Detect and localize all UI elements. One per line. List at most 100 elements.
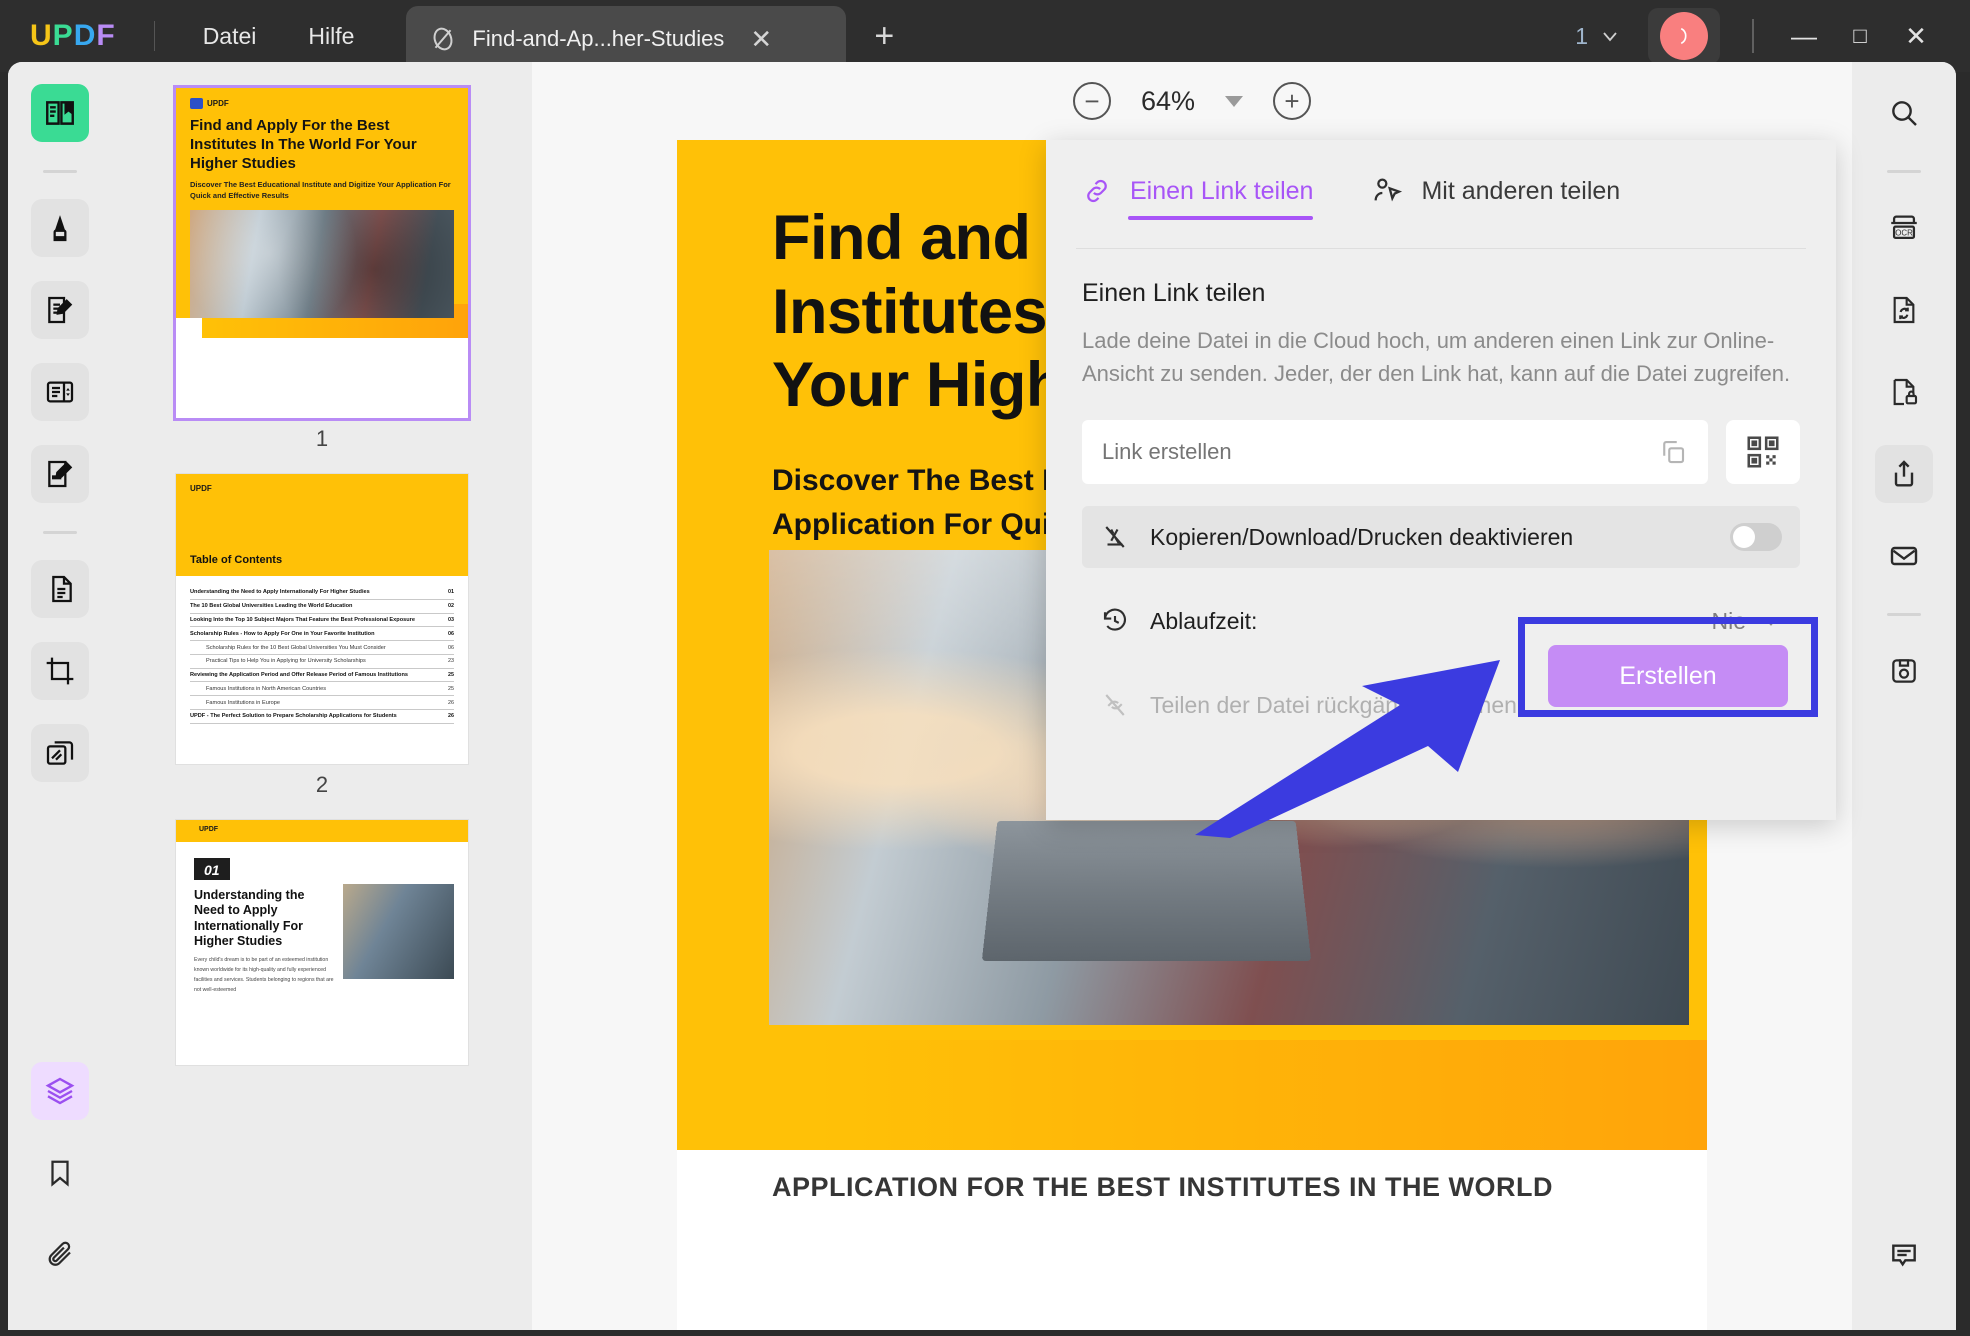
page-footer-area: APPLICATION FOR THE BEST INSTITUTES IN T… bbox=[677, 1150, 1707, 1330]
chevron-down-icon[interactable] bbox=[1598, 24, 1622, 48]
toc-row-page: 23 bbox=[448, 658, 454, 665]
close-icon[interactable]: ✕ bbox=[750, 26, 772, 52]
toc-row-text: Scholarship Rules for the 10 Best Global… bbox=[206, 644, 386, 651]
chat-bubble-icon bbox=[1888, 1239, 1920, 1271]
thumb1-title: Find and Apply For the Best Institutes I… bbox=[190, 117, 417, 172]
thumbnail-page-1[interactable]: UPDF Find and Apply For the Best Institu… bbox=[173, 85, 471, 421]
thumbnail-pane[interactable]: UPDF Find and Apply For the Best Institu… bbox=[112, 62, 532, 1330]
zoom-out-button[interactable]: − bbox=[1072, 82, 1111, 120]
logo-letter-1: P bbox=[52, 19, 74, 52]
app-logo: UPDF bbox=[30, 19, 116, 53]
toc-row: Understanding the Need to Apply Internat… bbox=[190, 586, 454, 600]
maximize-button[interactable]: □ bbox=[1832, 23, 1888, 49]
toc-row-text: Understanding the Need to Apply Internat… bbox=[190, 589, 370, 596]
sidebar-item-edit-pdf[interactable] bbox=[31, 281, 89, 339]
link-row bbox=[1082, 420, 1800, 484]
qr-code-button[interactable] bbox=[1726, 420, 1800, 484]
rail-divider bbox=[43, 170, 77, 173]
left-rail-bottom bbox=[31, 1062, 89, 1330]
right-rail-divider bbox=[1887, 170, 1921, 173]
create-link-button[interactable]: Erstellen bbox=[1548, 645, 1788, 707]
toc-row: Famous Institutions in North American Co… bbox=[190, 682, 454, 697]
link-input[interactable] bbox=[1102, 439, 1658, 465]
zoom-dropdown-caret-icon[interactable] bbox=[1225, 95, 1244, 107]
zoom-toolbar: − 64% + bbox=[532, 62, 1852, 140]
pages-icon bbox=[44, 573, 76, 605]
sidebar-item-form[interactable] bbox=[31, 363, 89, 421]
right-item-convert[interactable] bbox=[1875, 281, 1933, 339]
toc-row: Looking Into the Top 10 Subject Majors T… bbox=[190, 614, 454, 628]
right-item-save[interactable] bbox=[1875, 642, 1933, 700]
convert-icon bbox=[1888, 294, 1920, 326]
titlebar-right-group: 1 — □ ✕ bbox=[1575, 8, 1970, 64]
thumbnail-item-2[interactable]: UPDF Table of Contents Understanding the… bbox=[176, 474, 468, 798]
tab-share-with-others[interactable]: Mit anderen teilen bbox=[1371, 175, 1620, 213]
form-fields-icon bbox=[44, 376, 76, 408]
share-upload-icon bbox=[1888, 458, 1920, 490]
sidebar-item-highlight[interactable] bbox=[31, 199, 89, 257]
sidebar-item-organize[interactable] bbox=[31, 560, 89, 618]
toc-row-text: The 10 Best Global Universities Leading … bbox=[190, 603, 353, 610]
window-controls-divider bbox=[1752, 19, 1754, 53]
toc-row-page: 26 bbox=[448, 713, 454, 720]
sidebar-item-sign[interactable] bbox=[31, 445, 89, 503]
zoom-in-button[interactable]: + bbox=[1273, 82, 1312, 120]
new-tab-button[interactable]: + bbox=[874, 19, 894, 53]
account-button[interactable] bbox=[1648, 8, 1720, 64]
thumbnail-page-2[interactable]: UPDF Table of Contents Understanding the… bbox=[176, 474, 468, 764]
sidebar-item-attachments[interactable] bbox=[31, 1226, 89, 1284]
sidebar-item-crop[interactable] bbox=[31, 642, 89, 700]
option-disable-copy-control[interactable] bbox=[1730, 523, 1782, 551]
copy-icon[interactable] bbox=[1658, 437, 1688, 467]
thumb1-subtitle: Discover The Best Educational Institute … bbox=[190, 180, 451, 201]
menu-datei[interactable]: Datei bbox=[177, 17, 283, 56]
lock-document-icon bbox=[1888, 376, 1920, 408]
left-toolbar bbox=[8, 62, 112, 1330]
sidebar-item-bookmarks[interactable] bbox=[31, 1144, 89, 1202]
right-toolbar: OCR bbox=[1852, 62, 1956, 1330]
history-clock-icon bbox=[1100, 606, 1130, 636]
link-input-container[interactable] bbox=[1082, 420, 1708, 484]
sidebar-item-batch[interactable] bbox=[31, 724, 89, 782]
signature-icon bbox=[44, 458, 76, 490]
thumb2-brand-text: UPDF bbox=[190, 484, 212, 493]
right-item-comment[interactable] bbox=[1875, 1226, 1933, 1284]
bookmark-icon bbox=[45, 1158, 75, 1188]
no-copy-icon bbox=[1100, 522, 1130, 552]
close-window-button[interactable]: ✕ bbox=[1888, 21, 1944, 52]
right-item-protect[interactable] bbox=[1875, 363, 1933, 421]
layers-icon bbox=[44, 1075, 76, 1107]
unshare-icon bbox=[1100, 690, 1130, 720]
thumb1-band: UPDF Find and Apply For the Best Institu… bbox=[176, 88, 468, 318]
tab-share-link-label: Einen Link teilen bbox=[1130, 176, 1314, 205]
right-rail-divider-2 bbox=[1887, 613, 1921, 616]
menu-hilfe[interactable]: Hilfe bbox=[282, 17, 380, 56]
disable-copy-toggle[interactable] bbox=[1730, 523, 1782, 551]
toc-row: UPDF - The Perfect Solution to Prepare S… bbox=[190, 710, 454, 724]
thumbnail-page-3[interactable]: UPDF 01 Understanding the Need to Apply … bbox=[176, 820, 468, 1065]
tab-share-link[interactable]: Einen Link teilen bbox=[1082, 176, 1314, 220]
right-item-share[interactable] bbox=[1875, 445, 1933, 503]
option-disable-copy[interactable]: Kopieren/Download/Drucken deaktivieren bbox=[1082, 506, 1800, 568]
envelope-icon bbox=[1888, 540, 1920, 572]
tab-share-with-others-label: Mit anderen teilen bbox=[1421, 176, 1621, 205]
thumbnail-item-1[interactable]: UPDF Find and Apply For the Best Institu… bbox=[173, 85, 471, 452]
highlighter-icon bbox=[44, 212, 76, 244]
thumbnail-number-2: 2 bbox=[315, 772, 329, 797]
thumb3-band: UPDF bbox=[176, 820, 468, 842]
share-panel-heading: Einen Link teilen bbox=[1082, 279, 1266, 307]
right-item-ocr[interactable]: OCR bbox=[1875, 199, 1933, 257]
toc-row-page: 01 bbox=[448, 589, 454, 596]
minimize-button[interactable]: — bbox=[1776, 21, 1832, 52]
toc-row: Reviewing the Application Period and Off… bbox=[190, 669, 454, 683]
option-disable-copy-label: Kopieren/Download/Drucken deaktivieren bbox=[1150, 523, 1574, 550]
right-item-email[interactable] bbox=[1875, 527, 1933, 585]
thumb3-title: Understanding the Need to Apply Internat… bbox=[194, 888, 305, 948]
sidebar-item-reader[interactable] bbox=[31, 84, 89, 142]
sidebar-item-layers[interactable] bbox=[31, 1062, 89, 1120]
thumb1-brand-text: UPDF bbox=[207, 99, 229, 108]
logo-letter-0: U bbox=[30, 19, 53, 52]
thumbnail-item-3[interactable]: UPDF 01 Understanding the Need to Apply … bbox=[176, 820, 468, 1065]
right-item-search[interactable] bbox=[1875, 84, 1933, 142]
edit-document-icon bbox=[44, 294, 76, 326]
